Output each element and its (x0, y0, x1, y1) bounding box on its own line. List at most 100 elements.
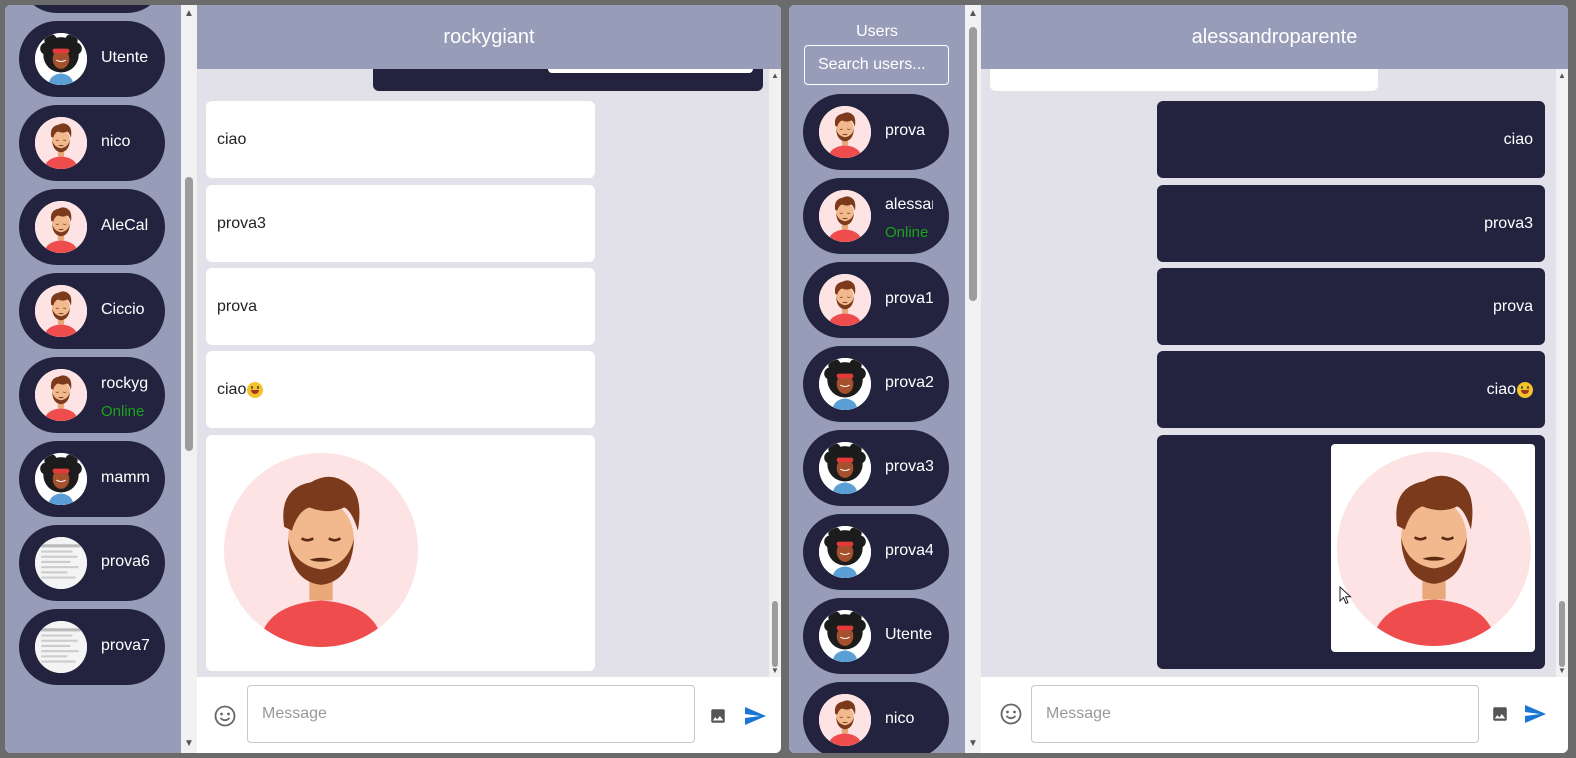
scroll-up-arrow-icon[interactable]: ▲ (1557, 71, 1567, 80)
user-name: Utente (101, 49, 149, 66)
user-name: Ciccio (101, 301, 145, 318)
grinning-face-emoji-icon (1517, 381, 1533, 398)
user-list-item[interactable]: nico (19, 105, 165, 181)
user-name: prova (885, 122, 926, 139)
curly-hair-avatar-icon (819, 610, 871, 662)
user-list-item[interactable]: prova4 (19, 5, 165, 13)
message-list: ciao prova3 prova ciao (981, 69, 1556, 677)
message-text: ciao (1503, 130, 1533, 148)
message-bubble-outgoing (373, 69, 763, 91)
message-text: ciao (217, 130, 247, 148)
message-input[interactable] (247, 685, 695, 743)
bearded-man-avatar-icon (35, 285, 87, 337)
message-text: prova (1492, 297, 1533, 315)
message-bubble-incoming: ciao (206, 351, 595, 428)
user-list-item[interactable]: prova1 (803, 262, 949, 338)
image-attach-icon[interactable] (709, 707, 727, 725)
bearded-man-avatar-icon (35, 117, 87, 169)
image-attach-icon[interactable] (1491, 705, 1509, 723)
scrollbar-thumb[interactable] (772, 601, 778, 667)
message-text: prova3 (217, 214, 266, 232)
message-text: ciao (217, 380, 247, 398)
user-sidebar: Users prova alessandroparente Online prova1… (789, 5, 965, 753)
chat-area: rockygiant ciao prova3 prova ciao ▲ ▼ Me… (197, 5, 781, 753)
user-name: prova2 (885, 374, 933, 391)
chat-scrollbar[interactable]: ▲ ▼ (769, 69, 781, 677)
curly-hair-avatar-icon (819, 526, 871, 578)
user-name: nico (101, 133, 131, 150)
emoji-smile-icon[interactable] (999, 702, 1023, 726)
desktop: prova4 Utente nico AleCal Ciccio rockygiant On… (0, 0, 1576, 758)
user-name: rockygiant (101, 375, 149, 392)
message-list: ciao prova3 prova ciao (197, 69, 769, 677)
user-list-item[interactable]: mamma (19, 441, 165, 517)
user-list: prova alessandroparente Online prova1 prova2… (803, 94, 949, 753)
bearded-man-image-icon[interactable] (224, 453, 418, 647)
mouse-cursor-icon (1339, 586, 1352, 605)
user-list-item[interactable]: Ciccio (19, 273, 165, 349)
scroll-down-arrow-icon[interactable]: ▼ (770, 666, 780, 675)
grinning-face-emoji-icon (247, 381, 264, 398)
message-text: prova (217, 297, 258, 315)
user-name: mamma (101, 469, 149, 486)
scroll-up-arrow-icon[interactable]: ▲ (770, 71, 780, 80)
chat-window-right: Users prova alessandroparente Online prova1… (789, 5, 1568, 753)
scroll-down-arrow-icon[interactable]: ▼ (968, 739, 978, 749)
send-icon[interactable] (743, 704, 767, 728)
bearded-man-avatar-icon (35, 369, 87, 421)
send-icon[interactable] (1523, 702, 1547, 726)
bearded-man-avatar-icon (35, 201, 87, 253)
scroll-down-arrow-icon[interactable]: ▼ (1557, 666, 1567, 675)
curly-hair-avatar-icon (819, 442, 871, 494)
message-bubble-incoming: ciao (206, 101, 595, 178)
user-list-item[interactable]: rockygiant Online (19, 357, 165, 433)
user-list-item[interactable]: prova7 (19, 609, 165, 685)
message-bubble-outgoing: ciao (1157, 101, 1545, 178)
user-list-item[interactable]: nico (803, 682, 949, 753)
user-list-item[interactable]: prova3 (803, 430, 949, 506)
user-name: prova3 (885, 458, 933, 475)
message-bubble-incoming (990, 69, 1378, 91)
search-users-input[interactable] (804, 45, 949, 85)
document-thumbnail-icon (35, 621, 87, 673)
message-bubble-image (206, 435, 595, 671)
message-composer (981, 677, 1568, 753)
emoji-smile-icon[interactable] (213, 704, 237, 728)
user-list-item[interactable]: prova2 (803, 346, 949, 422)
user-list-item[interactable]: prova (803, 94, 949, 170)
bearded-man-image-icon (1337, 452, 1531, 646)
user-list-item[interactable]: Utente (19, 21, 165, 97)
bearded-man-avatar-icon (819, 190, 871, 242)
bearded-man-avatar-icon (819, 106, 871, 158)
chat-window-left: prova4 Utente nico AleCal Ciccio rockygiant On… (5, 5, 781, 753)
user-name: prova7 (101, 637, 149, 654)
image-attachment[interactable] (1331, 444, 1535, 652)
user-list-item[interactable]: alessandroparente Online (803, 178, 949, 254)
message-composer (197, 677, 781, 753)
users-heading: Users (856, 23, 898, 40)
user-list-item[interactable]: Utente (803, 598, 949, 674)
sidebar-scrollbar[interactable]: ▲ ▼ (965, 5, 981, 753)
message-text: ciao (1486, 380, 1516, 398)
sidebar-scrollbar[interactable]: ▲ ▼ (181, 5, 197, 753)
scrollbar-thumb[interactable] (969, 27, 977, 301)
curly-hair-avatar-icon (35, 33, 87, 85)
message-text: prova3 (1484, 214, 1533, 232)
scroll-up-arrow-icon[interactable]: ▲ (968, 9, 978, 19)
user-list-item[interactable]: prova4 (803, 514, 949, 590)
scrollbar-thumb[interactable] (185, 177, 193, 451)
user-name: Utente (885, 626, 933, 643)
scroll-down-arrow-icon[interactable]: ▼ (184, 739, 194, 749)
user-list-item[interactable]: AleCal (19, 189, 165, 265)
chat-scrollbar[interactable]: ▲ ▼ (1556, 69, 1568, 677)
bearded-man-avatar-icon (819, 694, 871, 746)
scrollbar-thumb[interactable] (1559, 601, 1565, 667)
message-input[interactable] (1031, 685, 1479, 743)
chat-header-title: alessandroparente (981, 5, 1568, 69)
curly-hair-avatar-icon (819, 358, 871, 410)
scroll-up-arrow-icon[interactable]: ▲ (184, 9, 194, 19)
message-bubble-outgoing: prova (1157, 268, 1545, 345)
user-list-item[interactable]: prova6 (19, 525, 165, 601)
curly-hair-avatar-icon (35, 453, 87, 505)
message-bubble-outgoing: ciao (1157, 351, 1545, 428)
